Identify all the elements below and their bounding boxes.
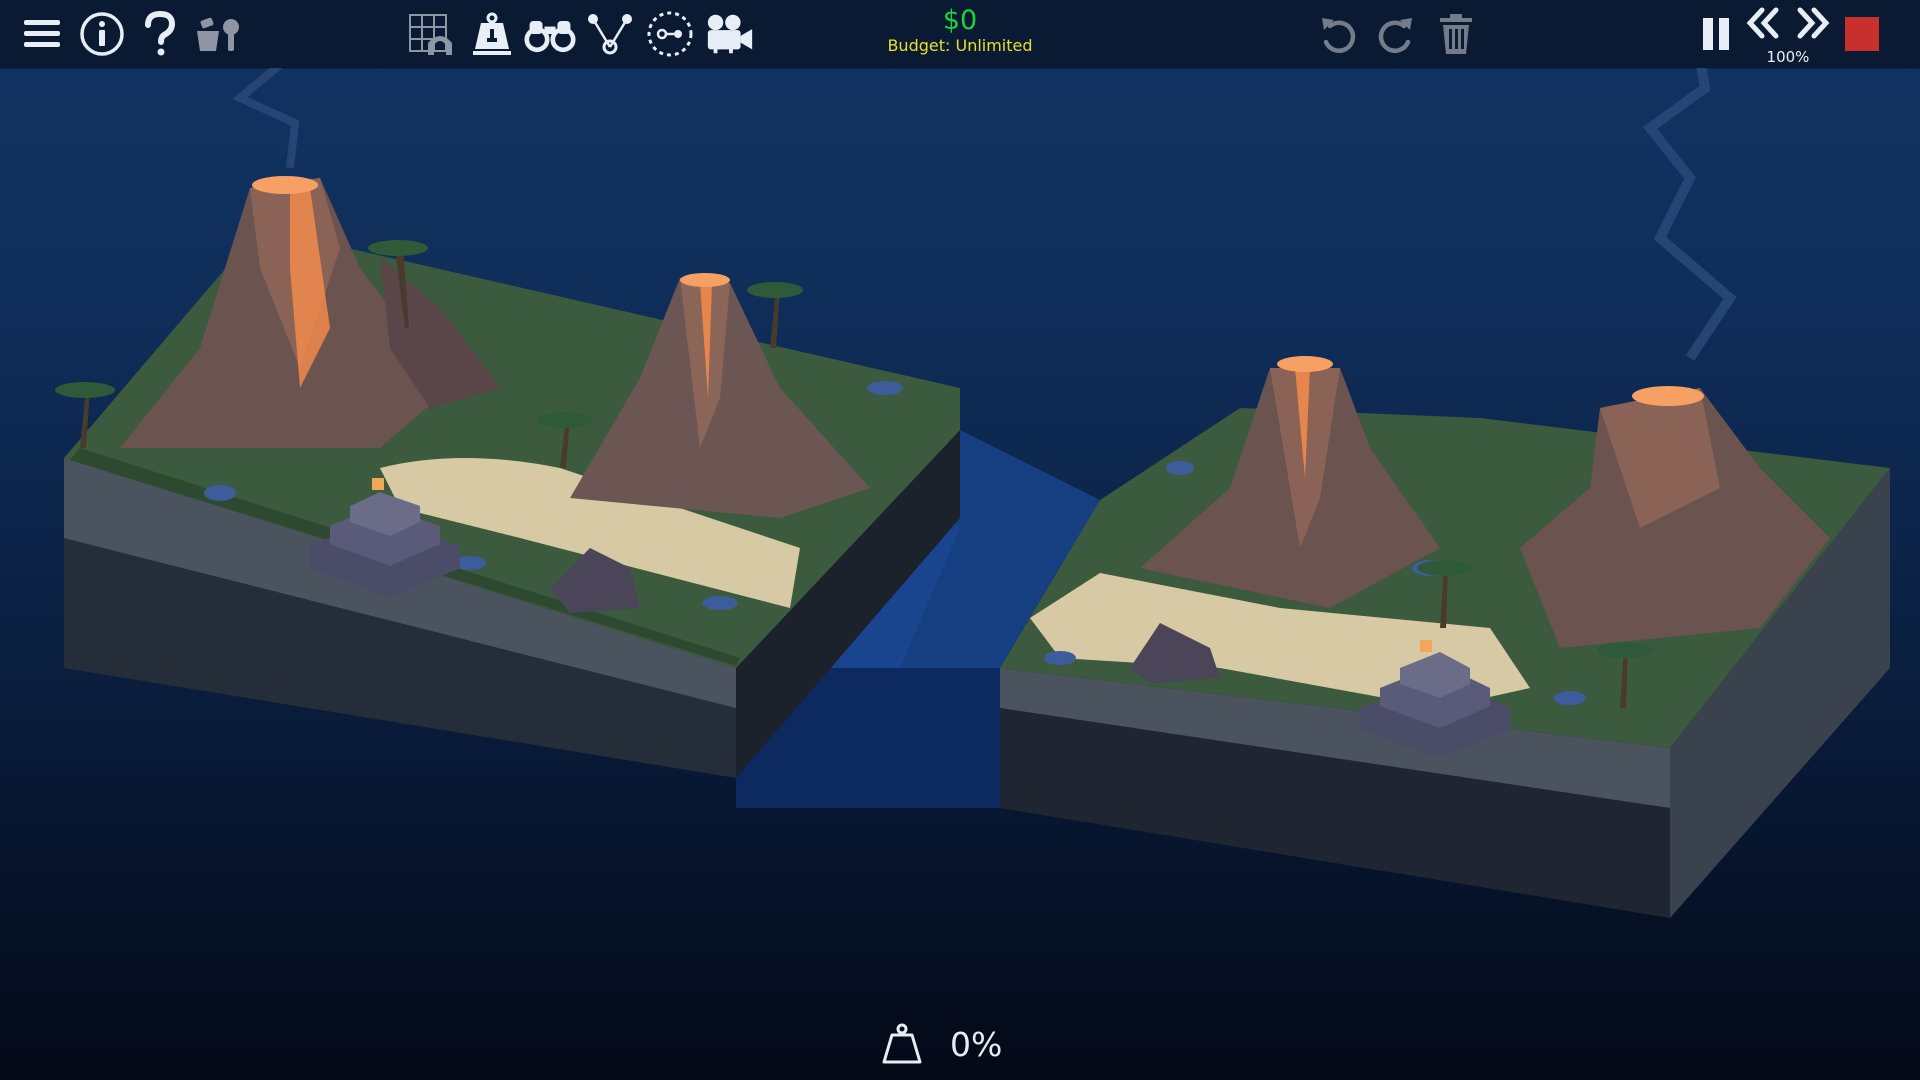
weight-icon: [473, 12, 511, 55]
smoke-trail-right: [1642, 68, 1737, 361]
speed-up-button[interactable]: [1786, 2, 1838, 44]
top-toolbar: $0 Budget: Unlimited 100%: [0, 0, 1920, 69]
camera-path-icon: [647, 11, 693, 57]
split-joint-icon: [588, 14, 632, 55]
info-icon: [80, 12, 124, 56]
split-joint-button[interactable]: [584, 6, 636, 62]
speed-up-icon: [1797, 7, 1830, 39]
pause-button[interactable]: [1690, 6, 1742, 62]
volcano-island-right: [1000, 356, 1890, 918]
stress-indicator: 0%: [880, 1016, 1002, 1072]
delete-button[interactable]: [1430, 6, 1482, 62]
grid-arch-button[interactable]: [406, 6, 458, 62]
binoculars-button[interactable]: [524, 6, 576, 62]
stop-button[interactable]: [1836, 6, 1888, 62]
slow-down-button[interactable]: [1738, 2, 1790, 44]
redo-button[interactable]: [1370, 6, 1422, 62]
video-camera-icon: [707, 14, 753, 54]
budget-display: $0 Budget: Unlimited: [860, 6, 1060, 56]
camera-path-button[interactable]: [644, 6, 696, 62]
help-button[interactable]: [134, 6, 186, 62]
info-button[interactable]: [76, 6, 128, 62]
simulation-speed: 100%: [1766, 48, 1810, 66]
slow-down-icon: [1746, 7, 1779, 39]
mod-tools-icon: [197, 17, 239, 51]
undo-icon: [1322, 18, 1356, 53]
help-icon: [145, 11, 176, 56]
undo-button[interactable]: [1312, 6, 1364, 62]
binoculars-icon: [524, 21, 576, 53]
video-camera-button[interactable]: [704, 6, 756, 62]
menu-icon: [24, 20, 60, 47]
grid-arch-icon: [409, 14, 452, 55]
weight-tool-button[interactable]: [466, 6, 518, 62]
level-scene: [55, 68, 1890, 918]
stress-value: 0%: [950, 1024, 1003, 1064]
smoke-trail-left: [232, 68, 300, 169]
mod-tools-button[interactable]: [192, 6, 244, 62]
budget-label: Budget: Unlimited: [887, 36, 1033, 55]
trash-icon: [1440, 14, 1472, 54]
stop-icon: [1845, 17, 1879, 51]
redo-icon: [1378, 18, 1412, 53]
pause-icon: [1703, 18, 1729, 50]
menu-button[interactable]: [16, 6, 68, 62]
weight-bag-icon: [882, 1023, 922, 1064]
cost-value: $0: [942, 5, 978, 36]
